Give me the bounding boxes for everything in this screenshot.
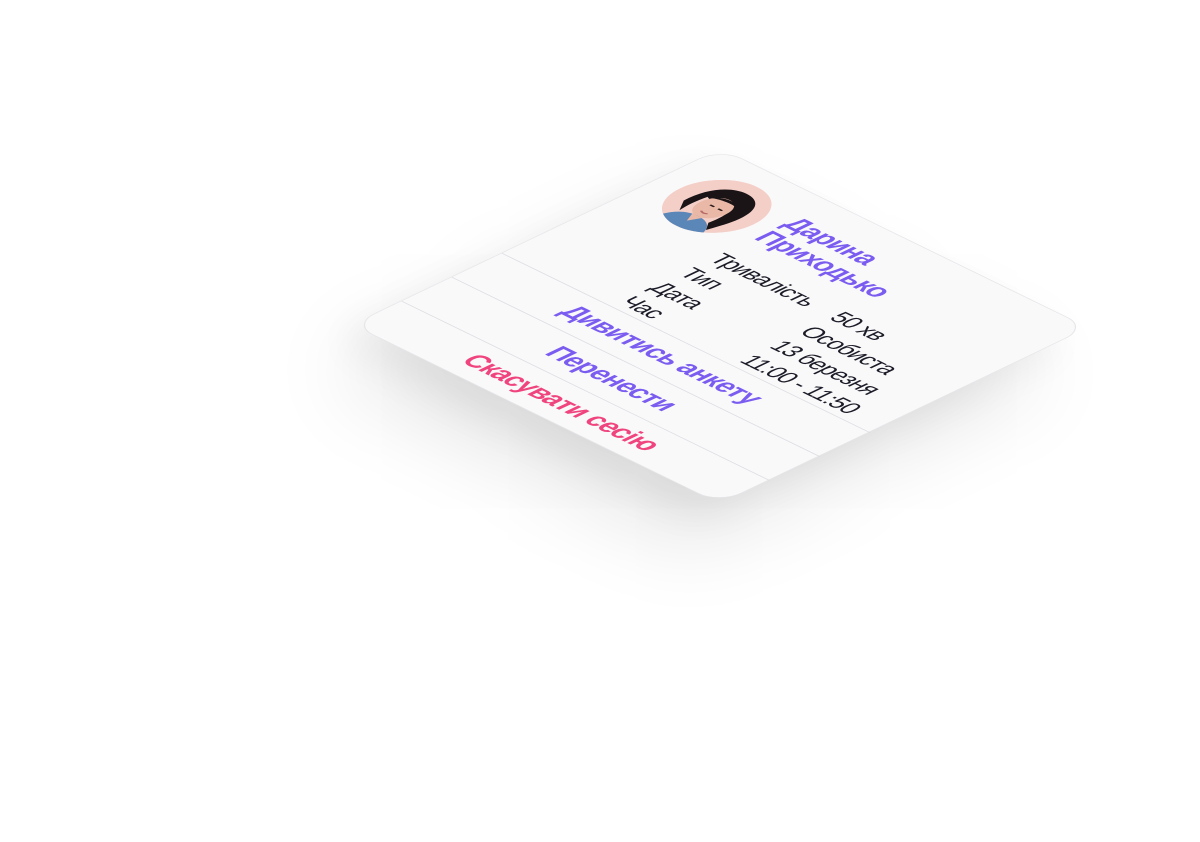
session-card: Дарина Приходько Тривалість 50 хв Тип Ос… <box>351 148 1089 505</box>
stage: Дарина Приходько Тривалість 50 хв Тип Ос… <box>0 0 1200 842</box>
